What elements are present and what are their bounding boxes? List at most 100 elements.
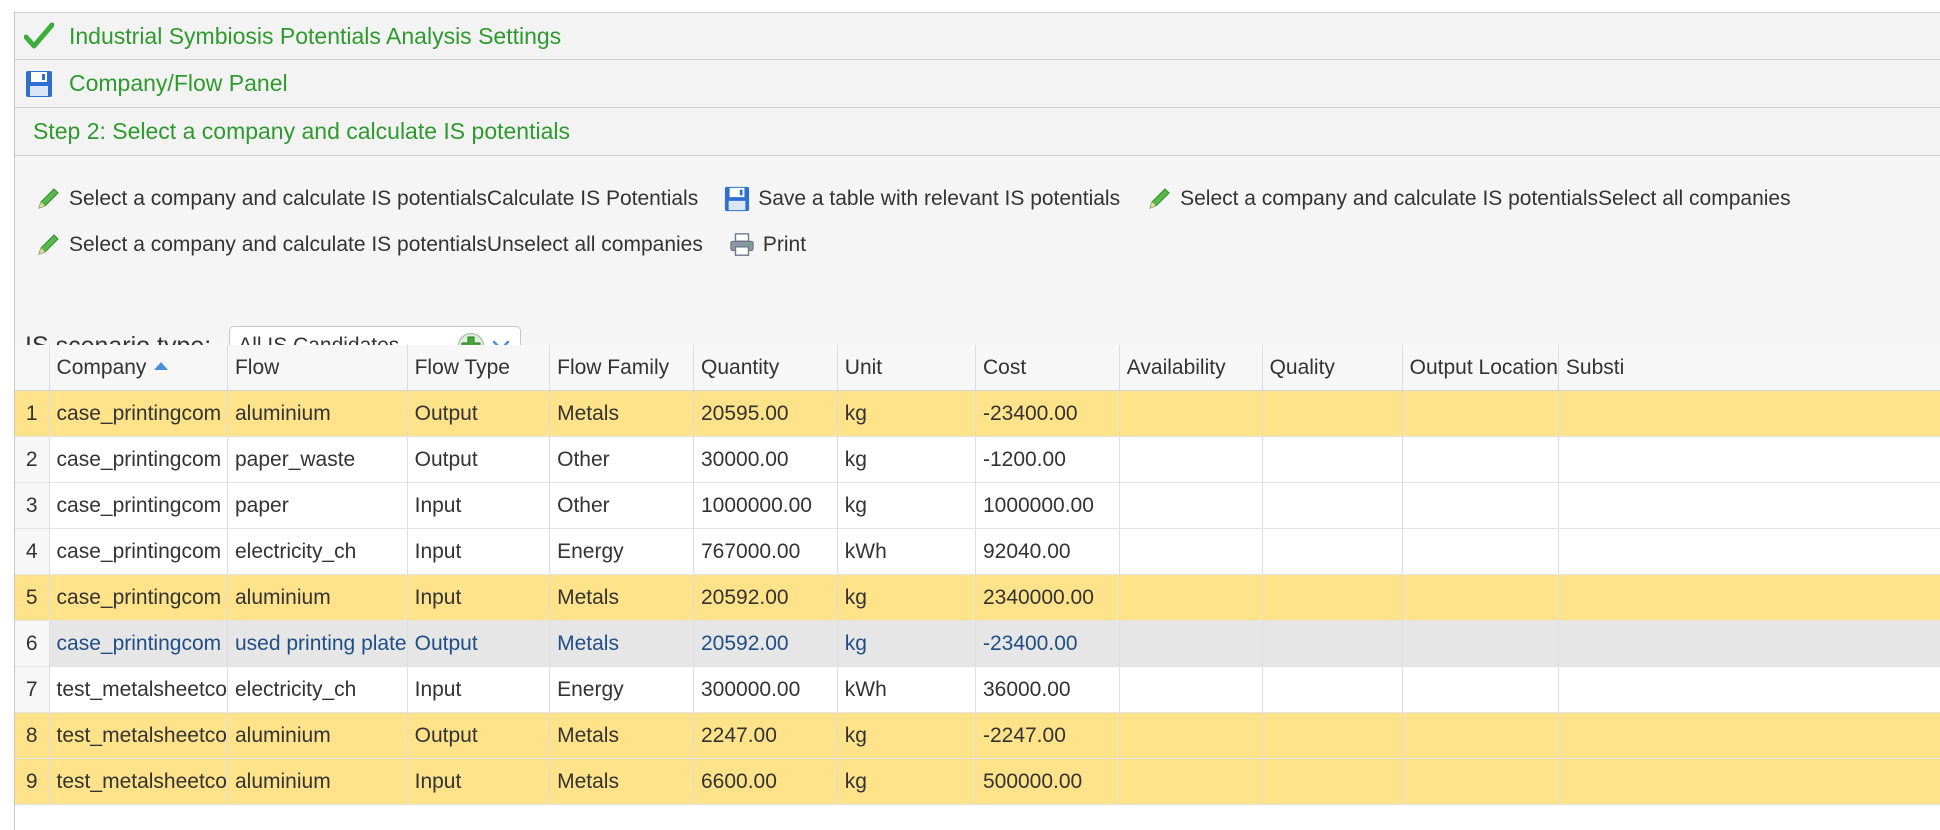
row-number: 2 — [15, 436, 50, 483]
app-window: Industrial Symbiosis Potentials Analysis… — [14, 12, 1940, 830]
cell-unit: kWh — [837, 528, 976, 575]
column-header-quantity[interactable]: Quantity — [693, 345, 838, 391]
company-flow-panel-title: Company/Flow Panel — [69, 70, 288, 96]
cell-unit: kg — [837, 758, 976, 805]
cell-flow: paper — [227, 482, 408, 529]
column-header-substitution[interactable]: Substi — [1558, 345, 1940, 391]
settings-panel-title: Industrial Symbiosis Potentials Analysis… — [69, 22, 562, 49]
cell-flow-type: Output — [407, 390, 551, 437]
cell-quantity: 20592.00 — [693, 574, 838, 621]
cell-availability — [1119, 620, 1263, 667]
cell-flow-type: Output — [407, 436, 551, 483]
cell-flow-family: Metals — [549, 712, 694, 759]
save-disk-icon — [23, 68, 55, 100]
step2-title: Step 2: Select a company and calculate I… — [33, 118, 570, 144]
cell-flow: aluminium — [227, 390, 408, 437]
cell-output-location — [1402, 758, 1559, 805]
calculate-is-potentials-button[interactable]: Select a company and calculate IS potent… — [35, 186, 698, 212]
cell-availability — [1119, 712, 1263, 759]
cell-quantity: 300000.00 — [693, 666, 838, 713]
cell-flow: aluminium — [227, 574, 408, 621]
table-row[interactable]: 4 case_printingcom electricity_ch Input … — [15, 528, 1940, 575]
cell-availability — [1119, 666, 1263, 713]
table-row[interactable]: 5 case_printingcom aluminium Input Metal… — [15, 574, 1940, 621]
cell-flow: electricity_ch — [227, 528, 408, 575]
cell-unit: kg — [837, 574, 976, 621]
cell-availability — [1119, 758, 1263, 805]
table-row[interactable]: 8 test_metalsheetco aluminium Output Met… — [15, 712, 1940, 759]
cell-quality — [1262, 620, 1403, 667]
cell-availability — [1119, 390, 1263, 437]
step2-panel-header: Step 2: Select a company and calculate I… — [15, 108, 1940, 156]
cell-cost: -23400.00 — [975, 390, 1120, 437]
row-number: 8 — [15, 712, 50, 759]
cell-flow: aluminium — [227, 758, 408, 805]
cell-flow-type: Output — [407, 620, 551, 667]
cell-flow-type: Input — [407, 666, 551, 713]
table-row[interactable]: 6 case_printingcom used printing plate O… — [15, 620, 1940, 667]
grid-body: 1 case_printingcom aluminium Output Meta… — [15, 390, 1940, 805]
cell-substitution — [1558, 666, 1940, 713]
cell-cost: 1000000.00 — [975, 482, 1120, 529]
column-header-flow-type[interactable]: Flow Type — [407, 345, 551, 391]
table-row[interactable]: 9 test_metalsheetco aluminium Input Meta… — [15, 758, 1940, 805]
cell-flow-family: Energy — [549, 528, 694, 575]
cell-quantity: 20595.00 — [693, 390, 838, 437]
column-header-company[interactable]: Company — [49, 345, 228, 391]
cell-output-location — [1402, 436, 1559, 483]
table-row[interactable]: 2 case_printingcom paper_waste Output Ot… — [15, 436, 1940, 483]
cell-quantity: 1000000.00 — [693, 482, 838, 529]
cell-availability — [1119, 528, 1263, 575]
cell-flow-family: Other — [549, 436, 694, 483]
table-row[interactable]: 1 case_printingcom aluminium Output Meta… — [15, 390, 1940, 437]
row-number-header — [15, 345, 50, 391]
cell-quality — [1262, 482, 1403, 529]
step2-body: Select a company and calculate IS potent… — [15, 156, 1940, 377]
cell-output-location — [1402, 482, 1559, 529]
cell-quality — [1262, 390, 1403, 437]
select-all-companies-button[interactable]: Select a company and calculate IS potent… — [1146, 186, 1791, 212]
cell-company: test_metalsheetco — [49, 712, 228, 759]
cell-company: case_printingcom — [49, 528, 228, 575]
column-header-availability[interactable]: Availability — [1119, 345, 1263, 391]
cell-flow: used printing plate — [227, 620, 408, 667]
table-row[interactable]: 3 case_printingcom paper Input Other 100… — [15, 482, 1940, 529]
cell-cost: -23400.00 — [975, 620, 1120, 667]
unselect-all-companies-label: Select a company and calculate IS potent… — [69, 233, 703, 256]
column-header-quality[interactable]: Quality — [1262, 345, 1403, 391]
cell-unit: kg — [837, 390, 976, 437]
column-header-flow[interactable]: Flow — [227, 345, 408, 391]
save-table-label: Save a table with relevant IS potentials — [758, 187, 1121, 210]
cell-flow-type: Input — [407, 758, 551, 805]
cell-company: case_printingcom — [49, 436, 228, 483]
table-row[interactable]: 7 test_metalsheetco electricity_ch Input… — [15, 666, 1940, 713]
cell-output-location — [1402, 574, 1559, 621]
printer-icon — [729, 232, 755, 258]
column-header-unit[interactable]: Unit — [837, 345, 976, 391]
settings-panel-header[interactable]: Industrial Symbiosis Potentials Analysis… — [15, 12, 1940, 60]
checkmark-icon — [23, 20, 55, 52]
cell-substitution — [1558, 390, 1940, 437]
cell-cost: 2340000.00 — [975, 574, 1120, 621]
cell-availability — [1119, 482, 1263, 529]
cell-unit: kg — [837, 712, 976, 759]
cell-flow: aluminium — [227, 712, 408, 759]
save-table-button[interactable]: Save a table with relevant IS potentials — [724, 186, 1120, 212]
column-header-flow-family[interactable]: Flow Family — [549, 345, 694, 391]
cell-substitution — [1558, 620, 1940, 667]
column-header-output-location[interactable]: Output Location — [1402, 345, 1559, 391]
pencil-icon — [1146, 186, 1172, 212]
column-header-cost[interactable]: Cost — [975, 345, 1120, 391]
unselect-all-companies-button[interactable]: Select a company and calculate IS potent… — [35, 232, 703, 258]
cell-flow-family: Energy — [549, 666, 694, 713]
print-button[interactable]: Print — [729, 232, 806, 258]
cell-flow: paper_waste — [227, 436, 408, 483]
cell-quality — [1262, 528, 1403, 575]
cell-company: test_metalsheetco — [49, 666, 228, 713]
cell-unit: kg — [837, 482, 976, 529]
cell-cost: -1200.00 — [975, 436, 1120, 483]
cell-quantity: 30000.00 — [693, 436, 838, 483]
company-flow-panel-header[interactable]: Company/Flow Panel — [15, 60, 1940, 108]
cell-flow-family: Metals — [549, 620, 694, 667]
cell-availability — [1119, 436, 1263, 483]
